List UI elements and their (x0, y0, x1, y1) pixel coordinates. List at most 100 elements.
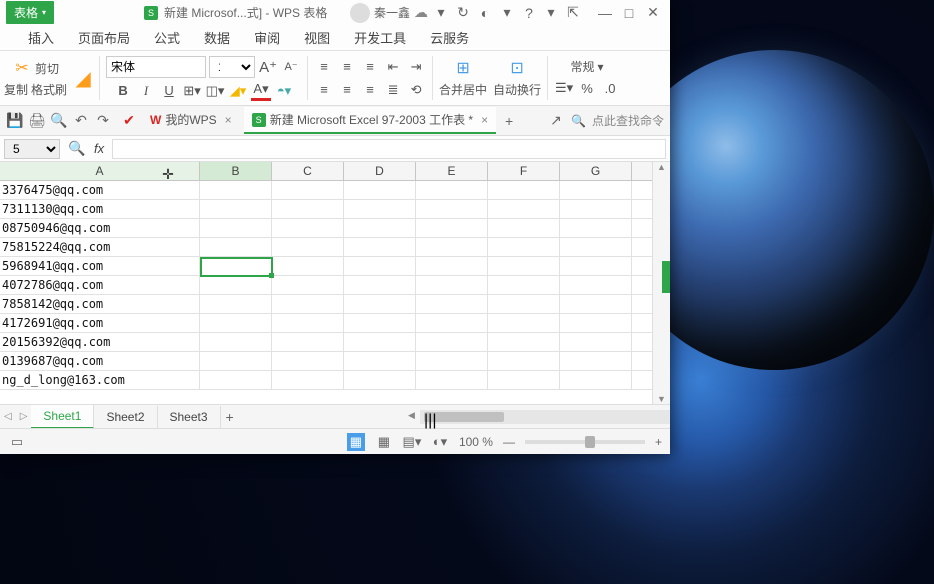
indent-increase-icon[interactable]: ⇥ (406, 57, 426, 77)
cell[interactable] (560, 200, 632, 218)
menu-data[interactable]: 数据 (204, 28, 230, 47)
zoom-value[interactable]: 100 % (459, 435, 493, 449)
merge-icon[interactable]: ⊞ (453, 58, 473, 78)
close-tab-icon[interactable]: × (481, 113, 488, 127)
bold-button[interactable]: B (113, 81, 133, 101)
cell[interactable] (200, 181, 272, 199)
cell[interactable] (344, 257, 416, 275)
add-sheet-button[interactable]: + (221, 408, 239, 426)
currency-icon[interactable]: ☰▾ (554, 78, 574, 98)
sheet-nav-prev[interactable]: ◁ (0, 411, 16, 422)
menu-cloud[interactable]: 云服务 (430, 28, 469, 47)
cell[interactable] (560, 219, 632, 237)
search-commands[interactable]: ↗ 🔍 点此查找命令 (547, 112, 664, 130)
indent-decrease-icon[interactable]: ⇤ (383, 57, 403, 77)
format-painter-label[interactable]: 格式刷 (31, 81, 67, 98)
cell[interactable] (272, 314, 344, 332)
number-format-label[interactable]: 常规 (571, 58, 595, 75)
cell[interactable] (344, 219, 416, 237)
align-center-icon[interactable]: ≡ (337, 80, 357, 100)
help-dropdown[interactable]: ▾ (542, 4, 560, 22)
cell[interactable] (272, 295, 344, 313)
zoom-knob[interactable] (585, 436, 595, 448)
app-menu-button[interactable]: 表格 ▾ (6, 1, 54, 24)
cell[interactable] (560, 181, 632, 199)
align-right-icon[interactable]: ≡ (360, 80, 380, 100)
cell[interactable] (488, 371, 560, 389)
cell[interactable] (200, 352, 272, 370)
italic-button[interactable]: I (136, 81, 156, 101)
col-header-g[interactable]: G (560, 162, 632, 180)
cell[interactable] (416, 181, 488, 199)
cell[interactable] (200, 295, 272, 313)
cell[interactable] (200, 333, 272, 351)
refresh-icon[interactable]: ↻ (454, 4, 472, 22)
menu-dev-tools[interactable]: 开发工具 (354, 28, 406, 47)
cell[interactable]: 3376475@qq.com (0, 181, 200, 199)
file-tab-my-wps[interactable]: W 我的WPS × (142, 107, 240, 134)
qat-save-icon[interactable]: 💾 (6, 112, 24, 130)
menu-page-layout[interactable]: 页面布局 (78, 28, 130, 47)
name-box[interactable]: 5 (4, 139, 60, 159)
sheet-nav-next[interactable]: ▷ (16, 411, 32, 422)
cell[interactable] (488, 333, 560, 351)
align-left-icon[interactable]: ≡ (314, 80, 334, 100)
sheet-tab-1[interactable]: Sheet1 (31, 405, 94, 429)
wps-logo-icon[interactable]: ✔ (120, 112, 138, 130)
minimize-button[interactable]: — (594, 3, 616, 23)
shrink-font-icon[interactable]: A⁻ (281, 57, 301, 77)
wrap-label[interactable]: 自动换行 (493, 81, 541, 98)
reading-mode-icon[interactable]: ◐▾ (431, 433, 449, 451)
col-header-b[interactable]: B (200, 162, 272, 180)
cell[interactable] (416, 295, 488, 313)
cell[interactable]: 0139687@qq.com (0, 352, 200, 370)
pin-icon[interactable]: ⇱ (564, 4, 582, 22)
distribute-icon[interactable]: ≣ (383, 80, 403, 100)
cell[interactable] (200, 238, 272, 256)
cell[interactable]: 20156392@qq.com (0, 333, 200, 351)
sync-dropdown[interactable]: ▾ (432, 4, 450, 22)
col-header-e[interactable]: E (416, 162, 488, 180)
font-color-button[interactable]: A▾ (251, 81, 271, 101)
cell[interactable] (416, 314, 488, 332)
underline-button[interactable]: U (159, 81, 179, 101)
qat-print-icon[interactable]: 🖨 (28, 112, 46, 130)
cell-style-button[interactable]: ◫▾ (205, 81, 225, 101)
cell[interactable] (416, 219, 488, 237)
cell[interactable] (560, 257, 632, 275)
cell[interactable] (272, 219, 344, 237)
close-tab-icon[interactable]: × (225, 113, 232, 127)
cell[interactable] (272, 238, 344, 256)
user-avatar[interactable] (350, 3, 370, 23)
cell[interactable] (416, 238, 488, 256)
skin-icon[interactable]: ◐ (476, 4, 494, 22)
zoom-in-button[interactable]: + (655, 435, 662, 449)
status-indicator-icon[interactable]: ▭ (8, 433, 26, 451)
cell[interactable] (560, 295, 632, 313)
cell[interactable] (560, 333, 632, 351)
zoom-slider[interactable] (525, 440, 645, 444)
menu-insert[interactable]: 插入 (28, 28, 54, 47)
align-bottom-icon[interactable]: ≡ (360, 57, 380, 77)
menu-formula[interactable]: 公式 (154, 28, 180, 47)
cell[interactable] (560, 238, 632, 256)
cell[interactable] (488, 295, 560, 313)
col-header-d[interactable]: D (344, 162, 416, 180)
align-middle-icon[interactable]: ≡ (337, 57, 357, 77)
decimal-icon[interactable]: .0 (600, 78, 620, 98)
qat-undo-icon[interactable]: ↶ (72, 112, 90, 130)
view-page-icon[interactable]: ▦ (375, 433, 393, 451)
spreadsheet-grid[interactable]: A B C D E F G 3376475@qq.com7311130@qq.c… (0, 162, 652, 404)
close-button[interactable]: ✕ (642, 3, 664, 23)
cloud-icon[interactable]: ☁ (414, 4, 428, 21)
cell[interactable] (344, 276, 416, 294)
cell[interactable]: 4072786@qq.com (0, 276, 200, 294)
cell[interactable] (344, 333, 416, 351)
cell[interactable] (488, 181, 560, 199)
cell[interactable]: ng_d_long@163.com (0, 371, 200, 389)
cell[interactable] (344, 295, 416, 313)
cell[interactable] (272, 333, 344, 351)
cell[interactable] (560, 371, 632, 389)
cell[interactable] (416, 333, 488, 351)
sheet-tab-2[interactable]: Sheet2 (94, 406, 157, 428)
